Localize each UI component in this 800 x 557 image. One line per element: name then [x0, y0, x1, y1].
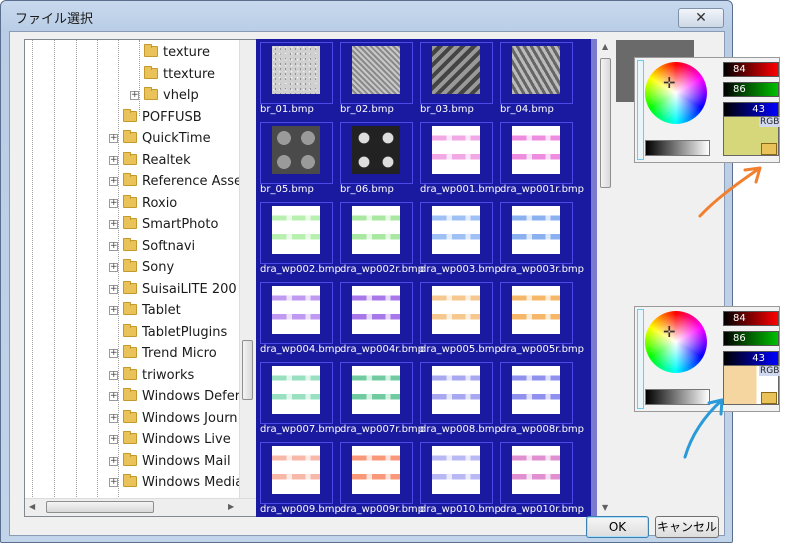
blue-annotation-arrow — [683, 398, 724, 459]
annotation-overlay — [683, 166, 762, 459]
orange-annotation-arrow — [698, 166, 762, 218]
